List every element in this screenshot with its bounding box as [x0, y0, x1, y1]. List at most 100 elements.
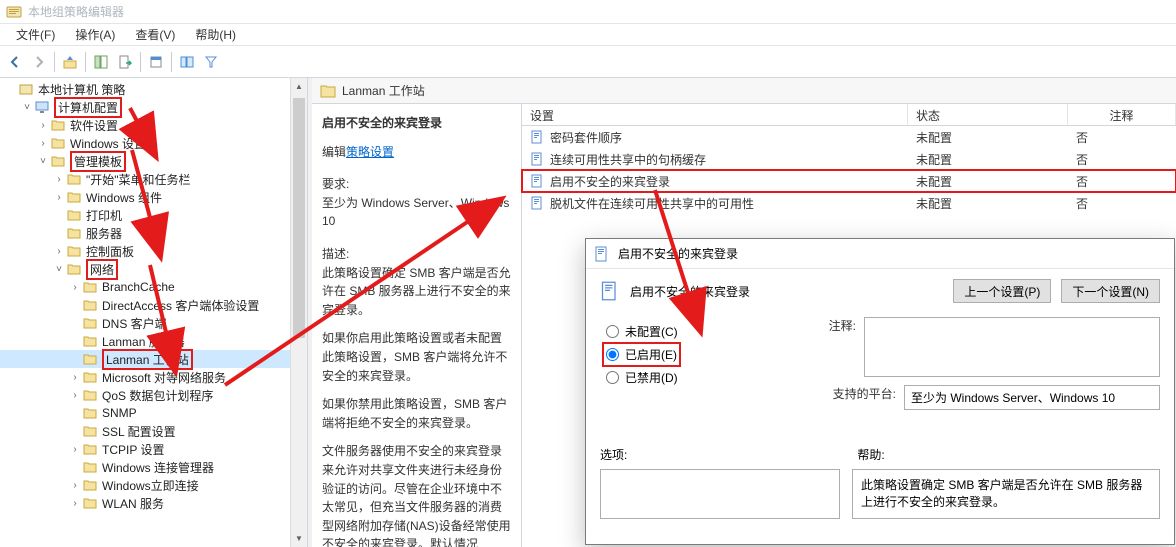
- tree-label: Windows 组件: [86, 189, 162, 206]
- settings-row[interactable]: 连续可用性共享中的句柄缓存未配置否: [522, 148, 1176, 170]
- up-button[interactable]: [59, 51, 81, 73]
- chevron-down-icon[interactable]: ˅: [52, 264, 66, 275]
- settings-row[interactable]: 脱机文件在连续可用性共享中的可用性未配置否: [522, 192, 1176, 214]
- tree-directaccess[interactable]: DirectAccess 客户端体验设置: [0, 296, 307, 314]
- folder-icon: [66, 244, 82, 258]
- radio-disabled[interactable]: [606, 371, 619, 384]
- content-header: Lanman 工作站: [312, 78, 1176, 104]
- settings-row[interactable]: 启用不安全的来宾登录未配置否: [522, 170, 1176, 192]
- tree-admin-templates[interactable]: ˅ 管理模板: [0, 152, 307, 170]
- folder-icon: [50, 118, 66, 132]
- chevron-right-icon[interactable]: ›: [52, 246, 66, 257]
- tree-root[interactable]: 本地计算机 策略: [0, 80, 307, 98]
- tree-tcpip[interactable]: ›TCPIP 设置: [0, 440, 307, 458]
- show-hide-tree-button[interactable]: [90, 51, 112, 73]
- col-header-setting[interactable]: 设置: [522, 104, 908, 125]
- tree-dns-client[interactable]: DNS 客户端: [0, 314, 307, 332]
- export-list-button[interactable]: [114, 51, 136, 73]
- setting-name: 脱机文件在连续可用性共享中的可用性: [550, 195, 754, 212]
- chevron-right-icon[interactable]: ›: [68, 444, 82, 455]
- chevron-right-icon[interactable]: ›: [68, 372, 82, 383]
- tree-win-conn-mgr[interactable]: Windows 连接管理器: [0, 458, 307, 476]
- chevron-right-icon[interactable]: ›: [68, 498, 82, 509]
- tree-software-settings[interactable]: › 软件设置: [0, 116, 307, 134]
- next-setting-button[interactable]: 下一个设置(N): [1061, 279, 1160, 303]
- tree-lanman-server[interactable]: Lanman 服务器: [0, 332, 307, 350]
- tree-windows-settings[interactable]: › Windows 设置: [0, 134, 307, 152]
- tree-ssl[interactable]: SSL 配置设置: [0, 422, 307, 440]
- toolbar: [0, 46, 1176, 78]
- setting-note-cell: 否: [1068, 151, 1176, 168]
- policy-tree[interactable]: 本地计算机 策略 ˅ 计算机配置 › 软件设置 › Windows 设置 ˅ 管: [0, 78, 307, 514]
- note-field[interactable]: [864, 317, 1160, 377]
- back-button[interactable]: [4, 51, 26, 73]
- tree-label: "开始"菜单和任务栏: [86, 171, 191, 188]
- scroll-down-button[interactable]: ▼: [291, 530, 307, 547]
- col-header-state[interactable]: 状态: [908, 104, 1068, 125]
- radio-not-configured-row[interactable]: 未配置(C): [606, 323, 800, 340]
- toolbar-separator: [54, 52, 55, 72]
- dialog-grid: 未配置(C) 已启用(E) 已禁用(D) 注释: 支持的平台:: [600, 317, 1160, 410]
- tree-printers[interactable]: 打印机: [0, 206, 307, 224]
- setting-state-cell: 未配置: [908, 173, 1068, 190]
- forward-button[interactable]: [28, 51, 50, 73]
- filter-button[interactable]: [200, 51, 222, 73]
- chevron-right-icon[interactable]: ›: [68, 390, 82, 401]
- tree-servers[interactable]: 服务器: [0, 224, 307, 242]
- tree-label: 管理模板: [70, 151, 126, 172]
- scroll-thumb[interactable]: [293, 98, 305, 338]
- chevron-right-icon[interactable]: ›: [68, 282, 82, 293]
- scroll-up-button[interactable]: ▲: [291, 78, 307, 95]
- tree-label: SSL 配置设置: [102, 423, 176, 440]
- radio-enabled-row[interactable]: 已启用(E): [606, 346, 677, 363]
- tree-win-instant-conn[interactable]: ›Windows立即连接: [0, 476, 307, 494]
- folder-icon: [82, 280, 98, 294]
- settings-row[interactable]: 密码套件顺序未配置否: [522, 126, 1176, 148]
- dialog-title-bar[interactable]: 启用不安全的来宾登录: [586, 239, 1174, 269]
- platform-field: 至少为 Windows Server、Windows 10: [904, 385, 1160, 410]
- menu-file[interactable]: 文件(F): [6, 24, 65, 45]
- radio-not-configured[interactable]: [606, 325, 619, 338]
- tree-network[interactable]: ˅ 网络: [0, 260, 307, 278]
- chevron-right-icon[interactable]: ›: [52, 192, 66, 203]
- menu-action[interactable]: 操作(A): [65, 24, 125, 45]
- description-pane: 启用不安全的来宾登录 编辑策略设置 要求: 至少为 Windows Server…: [312, 104, 522, 547]
- requirements-text: 至少为 Windows Server、Windows 10: [322, 194, 511, 231]
- tree-control-panel[interactable]: › 控制面板: [0, 242, 307, 260]
- chevron-right-icon[interactable]: ›: [36, 138, 50, 149]
- tree-wlan[interactable]: › WLAN 服务: [0, 494, 307, 512]
- chevron-right-icon[interactable]: ›: [52, 174, 66, 185]
- tree-label: QoS 数据包计划程序: [102, 387, 213, 404]
- col-header-note[interactable]: 注释: [1068, 104, 1176, 125]
- tree-lanman-workstation[interactable]: Lanman 工作站: [0, 350, 307, 368]
- tree-qos[interactable]: › QoS 数据包计划程序: [0, 386, 307, 404]
- tree-snmp[interactable]: SNMP: [0, 404, 307, 422]
- tree-windows-components[interactable]: › Windows 组件: [0, 188, 307, 206]
- list-header: 设置 状态 注释: [522, 104, 1176, 126]
- chevron-right-icon[interactable]: ›: [68, 480, 82, 491]
- tree-label: WLAN 服务: [102, 495, 164, 512]
- extended-view-button[interactable]: [176, 51, 198, 73]
- options-label: 选项:: [600, 446, 627, 463]
- folder-icon: [82, 478, 98, 492]
- options-box: [600, 469, 840, 519]
- tree-scrollbar[interactable]: ▲ ▼: [290, 78, 307, 547]
- chevron-down-icon[interactable]: ˅: [36, 156, 50, 167]
- menu-view[interactable]: 查看(V): [125, 24, 185, 45]
- edit-policy-link[interactable]: 策略设置: [346, 145, 394, 159]
- platform-label: 支持的平台:: [816, 385, 896, 402]
- properties-button[interactable]: [145, 51, 167, 73]
- tree-computer-config[interactable]: ˅ 计算机配置: [0, 98, 307, 116]
- tree-start-menu[interactable]: › "开始"菜单和任务栏: [0, 170, 307, 188]
- chevron-down-icon[interactable]: ˅: [20, 102, 34, 113]
- tree-ms-p2p[interactable]: ›Microsoft 对等网络服务: [0, 368, 307, 386]
- radio-disabled-row[interactable]: 已禁用(D): [606, 369, 800, 386]
- radio-enabled[interactable]: [606, 348, 619, 361]
- tree-label: BranchCache: [102, 280, 175, 294]
- chevron-right-icon[interactable]: ›: [36, 120, 50, 131]
- tree-branchcache[interactable]: › BranchCache: [0, 278, 307, 296]
- tree-label: Windows 设置: [70, 135, 146, 152]
- radio-label: 已启用(E): [625, 346, 677, 363]
- prev-setting-button[interactable]: 上一个设置(P): [953, 279, 1051, 303]
- menu-help[interactable]: 帮助(H): [185, 24, 246, 45]
